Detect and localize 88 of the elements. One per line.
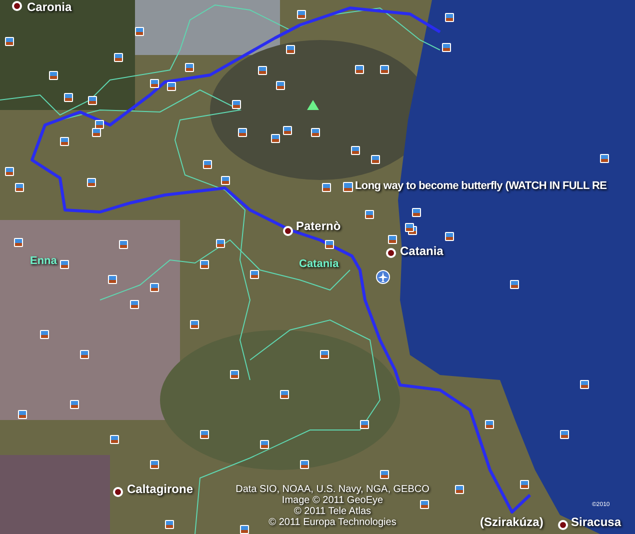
photo-marker-icon[interactable] — [230, 370, 239, 379]
photo-marker-icon[interactable] — [185, 63, 194, 72]
photo-marker-icon[interactable] — [286, 45, 295, 54]
photo-marker-icon[interactable] — [190, 320, 199, 329]
photo-marker-icon[interactable] — [5, 37, 14, 46]
photo-marker-icon[interactable] — [380, 65, 389, 74]
photo-marker-icon[interactable] — [150, 79, 159, 88]
photo-marker-icon[interactable] — [87, 178, 96, 187]
photo-marker-icon[interactable] — [110, 435, 119, 444]
photo-marker-icon[interactable] — [445, 13, 454, 22]
photo-marker-icon[interactable] — [343, 182, 353, 192]
photo-marker-icon[interactable] — [371, 155, 380, 164]
attribution-text: Data SIO, NOAA, U.S. Navy, NGA, GEBCO — [236, 484, 430, 495]
photo-marker-icon[interactable] — [388, 235, 397, 244]
photo-marker-icon[interactable] — [216, 239, 225, 248]
photo-marker-icon[interactable] — [232, 100, 241, 109]
place-label: Caltagirone — [127, 482, 194, 496]
photo-marker-icon[interactable] — [167, 82, 176, 91]
photo-marker-icon[interactable] — [15, 183, 24, 192]
photo-marker-icon[interactable] — [119, 240, 128, 249]
photo-marker-icon[interactable] — [300, 460, 309, 469]
photo-marker-icon[interactable] — [412, 208, 421, 217]
photo-marker-icon[interactable] — [405, 223, 414, 232]
photo-marker-icon[interactable] — [165, 520, 174, 529]
photo-marker-icon[interactable] — [40, 330, 49, 339]
photo-marker-icon[interactable] — [455, 485, 464, 494]
placemark-label: Long way to become butterfly (WATCH IN FULL RE — [355, 179, 607, 193]
photo-marker-icon[interactable] — [560, 430, 569, 439]
photo-marker-icon[interactable] — [14, 238, 23, 247]
photo-marker-icon[interactable] — [258, 66, 267, 75]
photo-marker-icon[interactable] — [114, 53, 123, 62]
place-label: Siracusa — [571, 515, 622, 529]
photo-marker-icon[interactable] — [351, 146, 360, 155]
photo-marker-icon[interactable] — [135, 27, 144, 36]
photo-marker-icon[interactable] — [221, 176, 230, 185]
photo-marker-icon[interactable] — [88, 96, 97, 105]
photo-marker-icon[interactable] — [360, 420, 369, 429]
photo-marker-icon[interactable] — [271, 134, 280, 143]
place-label: (Szirakúza) — [480, 515, 544, 529]
photo-marker-icon[interactable] — [283, 126, 292, 135]
place-label: Catania — [400, 244, 444, 258]
photo-marker-icon[interactable] — [108, 275, 117, 284]
photo-marker-icon[interactable] — [355, 65, 364, 74]
photo-marker-icon[interactable] — [510, 280, 519, 289]
place-label: Paternò — [296, 219, 341, 233]
photo-marker-icon[interactable] — [18, 410, 27, 419]
photo-marker-icon[interactable] — [49, 71, 58, 80]
photo-marker-icon[interactable] — [485, 420, 494, 429]
photo-marker-icon[interactable] — [442, 43, 451, 52]
attribution-text: © 2011 Tele Atlas — [294, 506, 372, 517]
photo-marker-icon[interactable] — [240, 525, 249, 534]
photo-marker-icon[interactable] — [280, 390, 289, 399]
photo-marker-icon[interactable] — [150, 283, 159, 292]
photo-marker-icon[interactable] — [520, 480, 529, 489]
photo-marker-icon[interactable] — [365, 210, 374, 219]
photo-marker-icon[interactable] — [276, 81, 285, 90]
photo-marker-icon[interactable] — [150, 460, 159, 469]
photo-marker-icon[interactable] — [445, 232, 454, 241]
photo-marker-icon[interactable] — [200, 430, 209, 439]
photo-marker-icon[interactable] — [60, 137, 69, 146]
photo-marker-icon[interactable] — [5, 167, 14, 176]
photo-marker-icon[interactable] — [95, 120, 104, 129]
photo-marker-icon[interactable] — [70, 400, 79, 409]
photo-marker-icon[interactable] — [64, 93, 73, 102]
photo-marker-icon[interactable] — [297, 10, 306, 19]
photo-marker-icon[interactable] — [600, 154, 609, 163]
region-label: Catania — [299, 257, 339, 271]
photo-marker-icon[interactable] — [130, 300, 139, 309]
photo-marker-icon[interactable] — [92, 128, 101, 137]
attribution-text: Image © 2011 GeoEye — [282, 495, 384, 506]
photo-marker-icon[interactable] — [203, 160, 212, 169]
photo-marker-icon[interactable] — [260, 440, 269, 449]
photo-marker-icon[interactable] — [420, 500, 429, 509]
photo-marker-icon[interactable] — [580, 380, 589, 389]
place-label: Caronia — [27, 0, 72, 14]
attribution-text: © 2011 Europa Technologies — [268, 517, 396, 528]
photo-marker-icon[interactable] — [380, 470, 389, 479]
photo-marker-icon[interactable] — [238, 128, 247, 137]
photo-marker-icon[interactable] — [80, 350, 89, 359]
photo-marker-icon[interactable] — [311, 128, 320, 137]
photo-marker-icon[interactable] — [320, 350, 329, 359]
region-label: Enna — [30, 254, 57, 268]
photo-marker-icon[interactable] — [200, 260, 209, 269]
photo-marker-icon[interactable] — [250, 270, 259, 279]
photo-marker-icon[interactable] — [322, 183, 331, 192]
photo-marker-icon[interactable] — [60, 260, 69, 269]
triangle-marker-icon[interactable] — [307, 100, 319, 110]
photo-marker-icon[interactable] — [325, 240, 334, 249]
